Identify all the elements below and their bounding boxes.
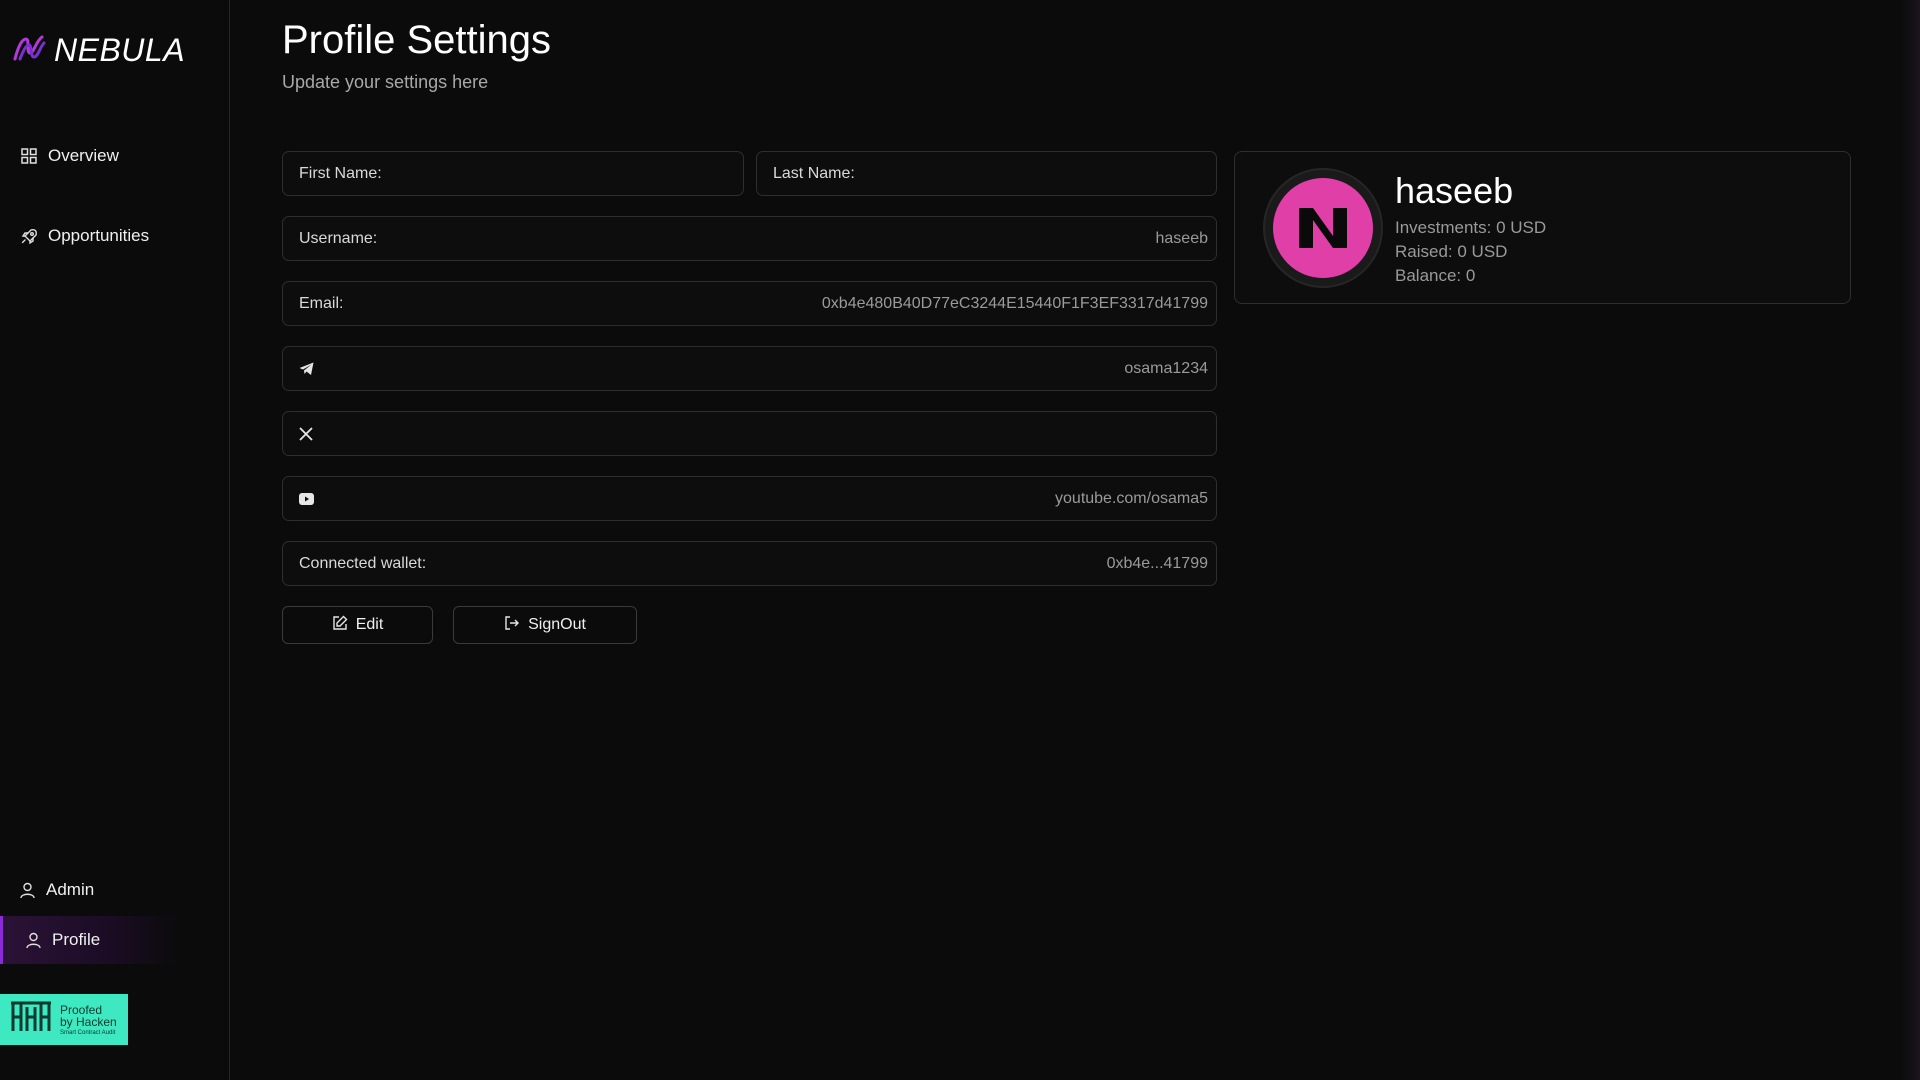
x-logo-icon <box>299 426 313 441</box>
sidebar: NEBULA Overview Opportunities Admin Prof… <box>0 0 230 1080</box>
profile-summary-card: haseeb Investments: 0 USD Raised: 0 USD … <box>1234 151 1851 304</box>
user-icon <box>24 931 42 949</box>
sidebar-item-admin[interactable]: Admin <box>18 880 94 900</box>
sidebar-item-overview[interactable]: Overview <box>20 146 119 166</box>
avatar <box>1263 168 1383 288</box>
youtube-field[interactable]: youtube.com/osama5 <box>282 476 1217 521</box>
rocket-icon <box>20 227 38 245</box>
sidebar-item-profile[interactable]: Profile <box>0 916 180 964</box>
x-twitter-field[interactable] <box>282 411 1217 456</box>
wallet-label: Connected wallet: <box>299 554 427 572</box>
wallet-value: 0xb4e...41799 <box>1106 554 1208 572</box>
signout-button[interactable]: SignOut <box>453 606 637 644</box>
sidebar-item-label: Overview <box>48 146 119 165</box>
last-name-label: Last Name: <box>773 164 855 182</box>
edit-icon <box>332 615 348 636</box>
profile-username: haseeb <box>1395 170 1514 211</box>
app: NEBULA Overview Opportunities Admin Prof… <box>0 0 1920 1080</box>
profile-investments: Investments: 0 USD <box>1395 218 1547 237</box>
email-label: Email: <box>299 294 344 312</box>
username-value: haseeb <box>1155 229 1209 247</box>
brand[interactable]: NEBULA <box>12 32 185 69</box>
hacken-audit-badge[interactable]: Proofed by Hacken Smart Contract Audit <box>0 994 128 1045</box>
sidebar-item-opportunities[interactable]: Opportunities <box>20 226 149 246</box>
profile-balance: Balance: 0 <box>1395 266 1476 285</box>
first-name-label: First Name: <box>299 164 382 182</box>
edit-label: Edit <box>355 616 384 633</box>
sidebar-item-label: Admin <box>46 880 95 899</box>
email-field[interactable]: Email: 0xb4e480B40D77eC3244E15440F1F3EF3… <box>282 281 1217 326</box>
telegram-field[interactable]: osama1234 <box>282 346 1217 391</box>
profile-raised: Raised: 0 USD <box>1395 242 1508 261</box>
right-edge <box>1900 0 1920 1080</box>
nebula-logo-icon <box>12 33 46 68</box>
telegram-value: osama1234 <box>1124 359 1208 377</box>
username-label: Username: <box>299 229 378 247</box>
email-value: 0xb4e480B40D77eC3244E15440F1F3EF3317d417… <box>821 294 1208 312</box>
signout-icon <box>504 615 520 636</box>
youtube-value: youtube.com/osama5 <box>1055 489 1208 507</box>
user-icon <box>18 881 36 899</box>
username-field[interactable]: Username: haseeb <box>282 216 1217 261</box>
hacken-logo-icon <box>10 1001 52 1038</box>
telegram-icon <box>299 362 314 376</box>
youtube-icon <box>299 492 314 505</box>
avatar-logo-icon <box>1273 178 1373 278</box>
first-name-field[interactable]: First Name: <box>282 151 744 196</box>
last-name-field[interactable]: Last Name: <box>756 151 1217 196</box>
edit-button[interactable]: Edit <box>282 606 433 644</box>
badge-text: Proofed by Hacken Smart Contract Audit <box>60 1002 117 1036</box>
sidebar-item-label: Profile <box>52 930 101 949</box>
grid-icon <box>20 147 38 165</box>
signout-label: SignOut <box>528 616 586 633</box>
page-subtitle: Update your settings here <box>282 72 489 92</box>
page-title: Profile Settings <box>282 18 552 62</box>
brand-name: NEBULA <box>54 32 186 68</box>
connected-wallet-field[interactable]: Connected wallet: 0xb4e...41799 <box>282 541 1217 586</box>
sidebar-item-label: Opportunities <box>48 226 150 245</box>
